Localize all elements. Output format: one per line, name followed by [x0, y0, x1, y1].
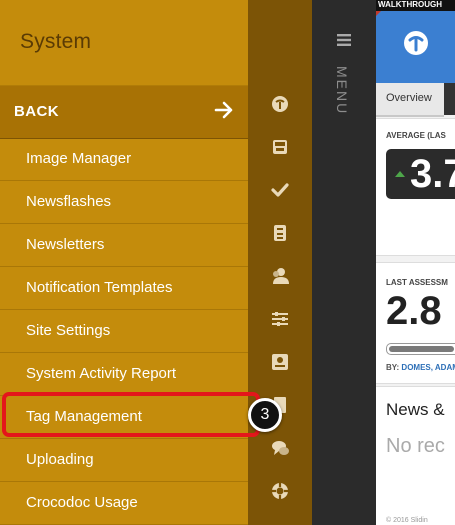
- tab-overview[interactable]: Overview: [376, 83, 444, 117]
- average-value: 3.7: [410, 152, 455, 196]
- average-label: AVERAGE (LAS: [386, 131, 446, 140]
- step-badge: 3: [248, 398, 282, 432]
- inbox-icon[interactable]: [268, 135, 292, 159]
- walkthrough-label: WALKTHROUGH: [378, 0, 442, 9]
- menu-item-newsletters[interactable]: Newsletters: [0, 224, 248, 267]
- arrow-right-icon: [214, 101, 233, 119]
- panel-title: System: [20, 30, 92, 53]
- menu-item-label: Site Settings: [26, 322, 111, 339]
- tab-label: Overview: [386, 92, 432, 104]
- progress-fill: [389, 346, 454, 352]
- system-panel: System BACK Image Manager Newsflashes Ne…: [0, 0, 248, 525]
- assessment-progress-bar: [386, 343, 455, 355]
- menu-item-newsflashes[interactable]: Newsflashes: [0, 181, 248, 224]
- menu-item-crocodoc-usage[interactable]: Crocodoc Usage: [0, 482, 248, 525]
- menu-label: MENU: [334, 66, 350, 116]
- tab-bar: Overview: [376, 83, 455, 117]
- corner-marker: [376, 11, 381, 16]
- by-prefix: BY:: [386, 363, 400, 372]
- last-assessment-card: LAST ASSESSM 2.8 BY: DOMES, ADAM: [376, 262, 455, 384]
- system-menu: Image Manager Newsflashes Newsletters No…: [0, 138, 248, 525]
- menu-item-uploading[interactable]: Uploading: [0, 439, 248, 482]
- chat-icon[interactable]: [268, 436, 292, 460]
- assessed-by: BY: DOMES, ADAM: [386, 363, 455, 372]
- header-bar: [376, 11, 455, 83]
- assessor-names[interactable]: DOMES, ADAM: [401, 363, 455, 372]
- back-button[interactable]: BACK: [0, 85, 248, 139]
- menu-item-system-activity-report[interactable]: System Activity Report: [0, 353, 248, 396]
- checkmark-icon[interactable]: [268, 178, 292, 202]
- users-icon[interactable]: [268, 264, 292, 288]
- menu-item-label: Newsflashes: [26, 193, 112, 210]
- lifebuoy-icon[interactable]: [268, 479, 292, 503]
- menu-item-label: System Activity Report: [26, 365, 177, 382]
- last-assessment-label: LAST ASSESSM: [386, 278, 448, 287]
- tip-logo-icon[interactable]: [268, 92, 292, 116]
- average-score-box: 3.7: [386, 149, 455, 199]
- cabinet-icon[interactable]: [268, 221, 292, 245]
- trend-up-icon: [395, 171, 405, 177]
- copyright: © 2016 Slidin: [386, 517, 428, 524]
- menu-item-label: Image Manager: [26, 150, 132, 167]
- news-card: News & No rec © 2016 Slidin: [376, 386, 455, 525]
- news-title: News &: [386, 400, 445, 419]
- icon-rail: [248, 0, 312, 525]
- menu-item-image-manager[interactable]: Image Manager: [0, 138, 248, 181]
- walkthrough-bar[interactable]: WALKTHROUGH: [376, 0, 455, 11]
- menu-column: MENU: [312, 0, 376, 525]
- menu-item-site-settings[interactable]: Site Settings: [0, 310, 248, 353]
- id-card-icon[interactable]: [268, 350, 292, 374]
- menu-toggle[interactable]: MENU: [330, 66, 354, 126]
- hamburger-icon[interactable]: [337, 34, 351, 46]
- back-label: BACK: [14, 103, 59, 120]
- sliders-icon[interactable]: [268, 307, 292, 331]
- no-records-text: No rec: [386, 435, 445, 457]
- highlight-box: [2, 392, 260, 437]
- menu-item-notification-templates[interactable]: Notification Templates: [0, 267, 248, 310]
- menu-item-label: Crocodoc Usage: [26, 494, 138, 511]
- menu-item-label: Newsletters: [26, 236, 105, 253]
- average-card: AVERAGE (LAS 3.7: [376, 118, 455, 256]
- menu-item-label: Uploading: [26, 451, 94, 468]
- menu-item-label: Notification Templates: [26, 279, 173, 296]
- dashboard: WALKTHROUGH Overview AVERAGE (LAS 3.7 LA…: [376, 0, 455, 525]
- last-assessment-value: 2.8: [386, 289, 442, 333]
- tip-logo-icon[interactable]: [402, 29, 430, 57]
